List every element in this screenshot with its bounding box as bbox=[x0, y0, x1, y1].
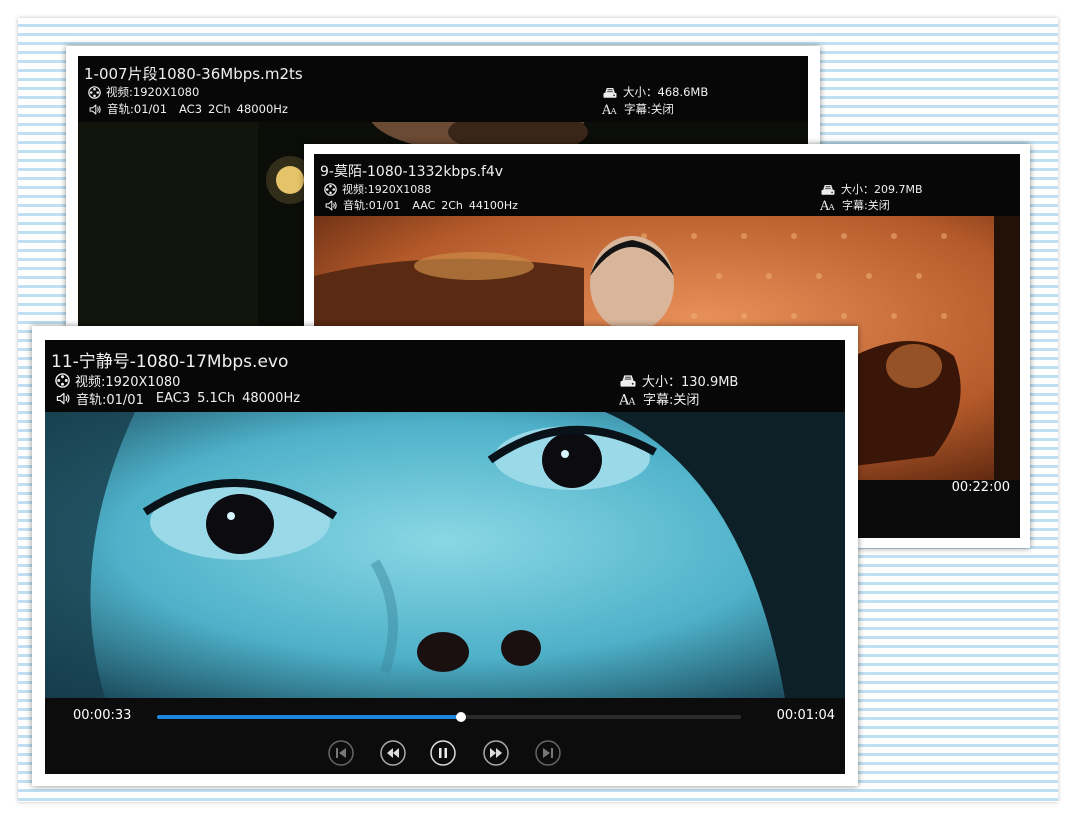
audio-info: 音轨:01/01 EAC3 5.1Ch 48000Hz bbox=[55, 389, 300, 408]
skip-next-icon bbox=[535, 740, 561, 766]
video-info: 视频:1920X1088 bbox=[324, 181, 431, 197]
pause-button[interactable] bbox=[430, 740, 456, 766]
audio-rate: 48000Hz bbox=[236, 102, 288, 116]
file-size-info: 大小：468.6MB bbox=[602, 84, 708, 100]
subtitle-info: 字幕:关闭 bbox=[820, 197, 890, 213]
subtitle-aa-icon bbox=[820, 198, 837, 212]
media-title: 9-莫陌-1080-1332kbps.f4v bbox=[320, 164, 504, 180]
subtitle-status: 字幕:关闭 bbox=[643, 393, 700, 408]
progress-bar[interactable] bbox=[157, 712, 741, 722]
video-info: 视频:1920X1080 bbox=[55, 371, 180, 390]
disk-icon bbox=[602, 86, 618, 99]
speaker-icon bbox=[88, 103, 102, 116]
file-size-info: 大小：130.9MB bbox=[619, 371, 738, 390]
video-resolution: 视频:1920X1080 bbox=[75, 375, 181, 390]
player-screen: 11-宁静号-1080-17Mbps.evo 视频:1920X1080 音轨:0… bbox=[45, 340, 845, 774]
media-title: 1-007片段1080-36Mbps.m2ts bbox=[84, 65, 303, 83]
audio-channels: 2Ch bbox=[208, 102, 231, 116]
subtitle-status: 字幕:关闭 bbox=[624, 102, 674, 116]
file-size: 大小：209.7MB bbox=[841, 183, 923, 196]
audio-codec: AC3 bbox=[179, 102, 203, 116]
subtitle-aa-icon bbox=[602, 102, 619, 116]
audio-channels: 2Ch bbox=[441, 198, 463, 212]
audio-rate: 48000Hz bbox=[242, 391, 301, 406]
video-resolution: 视频:1920X1088 bbox=[342, 183, 432, 196]
film-reel-icon bbox=[88, 86, 101, 99]
media-info-bar: 9-莫陌-1080-1332kbps.f4v 视频:1920X1088 音轨:0… bbox=[314, 154, 1020, 216]
skip-previous-icon bbox=[328, 740, 354, 766]
file-size: 大小：468.6MB bbox=[623, 85, 709, 99]
fast-forward-icon bbox=[483, 740, 509, 766]
total-time: 00:22:00 bbox=[951, 480, 1010, 495]
audio-rate: 44100Hz bbox=[468, 198, 518, 212]
audio-track: 音轨:01/01 bbox=[107, 102, 168, 116]
pause-icon bbox=[430, 740, 456, 766]
video-resolution: 视频:1920X1080 bbox=[106, 85, 200, 99]
media-title: 11-宁静号-1080-17Mbps.evo bbox=[51, 352, 289, 372]
disk-icon bbox=[619, 373, 637, 388]
audio-track: 音轨:01/01 bbox=[76, 393, 144, 408]
subtitle-status: 字幕:关闭 bbox=[842, 199, 890, 212]
video-info: 视频:1920X1080 bbox=[88, 84, 199, 100]
fast-forward-button[interactable] bbox=[483, 740, 509, 766]
control-bar: 00:00:33 00:01:04 bbox=[45, 698, 845, 774]
skip-previous-button[interactable] bbox=[328, 740, 354, 766]
current-time: 00:00:33 bbox=[73, 708, 132, 723]
progress-handle[interactable] bbox=[455, 712, 466, 722]
audio-info: 音轨:01/01 AC3 2Ch 48000Hz bbox=[88, 101, 288, 117]
rewind-icon bbox=[380, 740, 406, 766]
skip-next-button[interactable] bbox=[535, 740, 561, 766]
audio-codec: EAC3 bbox=[155, 391, 191, 406]
progress-fill bbox=[157, 715, 461, 719]
film-reel-icon bbox=[55, 373, 70, 388]
speaker-icon bbox=[324, 199, 338, 212]
audio-track: 音轨:01/01 bbox=[343, 199, 401, 212]
rewind-button[interactable] bbox=[380, 740, 406, 766]
file-size: 大小：130.9MB bbox=[642, 375, 739, 390]
subtitle-info: 字幕:关闭 bbox=[602, 101, 674, 117]
file-size-info: 大小：209.7MB bbox=[820, 181, 923, 197]
audio-channels: 5.1Ch bbox=[197, 391, 236, 406]
speaker-icon bbox=[55, 391, 71, 406]
media-info-bar: 1-007片段1080-36Mbps.m2ts 视频:1920X1080 音轨:… bbox=[78, 56, 808, 122]
disk-icon bbox=[820, 183, 836, 196]
audio-info: 音轨:01/01 AAC 2Ch 44100Hz bbox=[324, 197, 518, 213]
media-info-bar: 11-宁静号-1080-17Mbps.evo 视频:1920X1080 音轨:0… bbox=[45, 340, 845, 412]
audio-codec: AAC bbox=[412, 198, 436, 212]
video-frame bbox=[45, 412, 845, 698]
subtitle-info: 字幕:关闭 bbox=[619, 389, 699, 408]
subtitle-aa-icon bbox=[619, 391, 638, 407]
total-time: 00:01:04 bbox=[776, 708, 835, 723]
player-screenshot-3: 11-宁静号-1080-17Mbps.evo 视频:1920X1080 音轨:0… bbox=[32, 326, 858, 786]
film-reel-icon bbox=[324, 183, 337, 196]
